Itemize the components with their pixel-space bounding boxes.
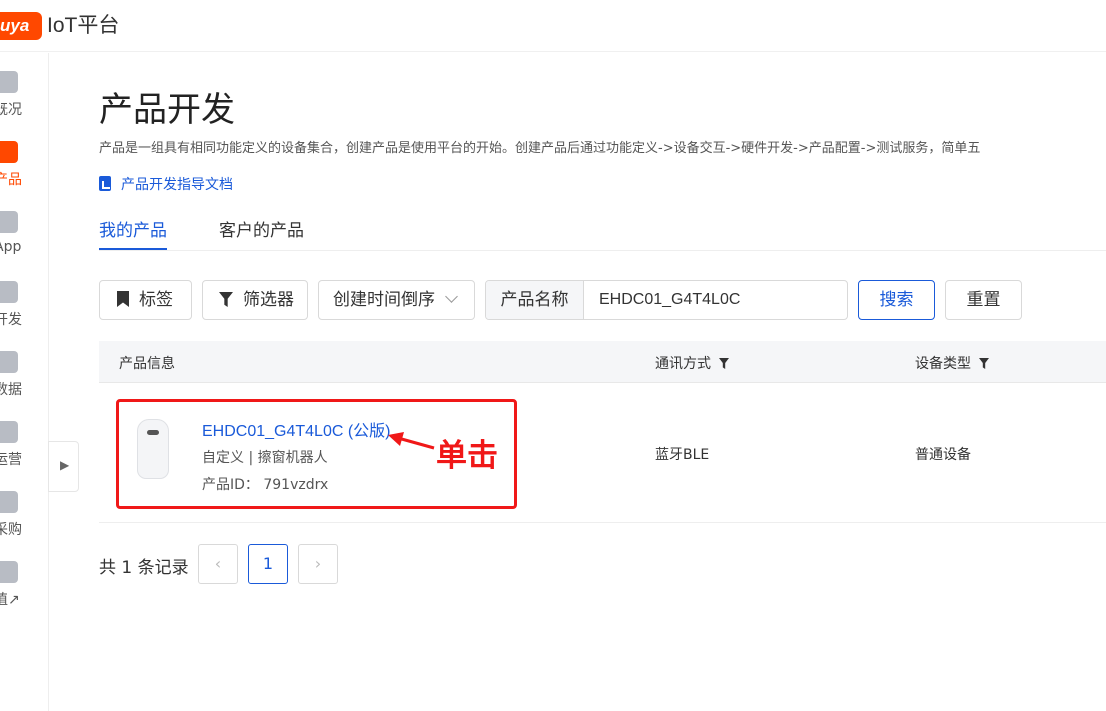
search-input[interactable] (585, 281, 847, 319)
search-field-label: 产品名称 (486, 281, 584, 319)
tag-button-label: 标签 (139, 290, 173, 310)
column-header-comm[interactable]: 通讯方式 (655, 353, 729, 373)
device-type-cell: 普通设备 (915, 447, 971, 463)
prev-page-button[interactable]: ‹ (198, 544, 238, 584)
sidebar-item-operation[interactable]: 运营 (0, 421, 49, 483)
star-icon (0, 421, 18, 443)
doc-guide-label: 产品开发指导文档 (121, 177, 233, 193)
tabs-divider (99, 250, 1106, 251)
reset-button[interactable]: 重置 (945, 280, 1022, 320)
bookmark-icon (117, 291, 129, 307)
page-1-button[interactable]: 1 (248, 544, 288, 584)
product-icon (0, 141, 18, 163)
sidebar-item-label: 产品 (0, 172, 22, 188)
search-button[interactable]: 搜索 (858, 280, 935, 320)
sidebar-item-label: 运营 (0, 452, 22, 468)
click-annotation: 单击 (436, 438, 498, 474)
sidebar-item-overview[interactable]: 既况 (0, 71, 49, 133)
sidebar-item-purchase[interactable]: 采购 (0, 491, 49, 553)
logo-text: uya (0, 16, 30, 35)
tuya-logo[interactable]: uya (0, 12, 42, 40)
cloud-icon (0, 281, 18, 303)
table-row: EHDC01_G4T4L0C (公版) 自定义 | 擦窗机器人 产品ID： 79… (99, 383, 1106, 523)
chevron-right-icon: ▶ (60, 458, 70, 472)
product-name-search: 产品名称 (485, 280, 848, 320)
product-name-link[interactable]: EHDC01_G4T4L0C (公版) (202, 417, 391, 441)
page-description: 产品是一组具有相同功能定义的设备集合，创建产品是使用平台的开始。创建产品后通过功… (99, 141, 981, 156)
sidebar-item-label: 值↗ (0, 592, 20, 608)
product-image (137, 419, 169, 479)
phone-icon (0, 211, 18, 233)
sidebar-item-label: 数据 (0, 382, 22, 398)
chart-icon (0, 351, 18, 373)
app-title: IoT平台 (47, 14, 120, 37)
arrow-icon (388, 432, 435, 450)
column-header-product-info: 产品信息 (119, 356, 175, 372)
top-bar: uya IoT平台 (0, 0, 1106, 52)
chevron-down-icon (445, 290, 458, 303)
sidebar-item-value[interactable]: 值↗ (0, 561, 49, 623)
box-icon (0, 491, 18, 513)
comm-method-cell: 蓝牙BLE (655, 447, 710, 463)
sidebar-item-product[interactable]: 产品 (0, 141, 49, 203)
tag-button[interactable]: 标签 (99, 280, 192, 320)
home-icon (0, 71, 18, 93)
filter-icon[interactable] (979, 358, 989, 369)
table-header: 产品信息 通讯方式 设备类型 (99, 341, 1106, 383)
total-records: 共 1 条记录 (99, 558, 189, 578)
sidebar-item-label: 既况 (0, 102, 22, 118)
sidebar-item-dev[interactable]: 开发 (0, 281, 49, 343)
sidebar-item-label: 开发 (0, 312, 22, 328)
column-header-label: 设备类型 (915, 356, 971, 372)
product-category: 自定义 | 擦窗机器人 (202, 450, 328, 466)
page-title: 产品开发 (99, 90, 235, 130)
sidebar-item-label: 采购 (0, 522, 22, 538)
tab-customer-products[interactable]: 客户的产品 (219, 216, 304, 250)
next-page-button[interactable]: › (298, 544, 338, 584)
filter-icon[interactable] (719, 358, 729, 369)
sidebar-item-data[interactable]: 数据 (0, 351, 49, 413)
tab-my-products[interactable]: 我的产品 (99, 216, 167, 250)
filter-button-label: 筛选器 (243, 290, 294, 310)
column-header-device-type[interactable]: 设备类型 (915, 353, 989, 373)
column-header-label: 通讯方式 (655, 356, 711, 372)
sort-select[interactable]: 创建时间倒序 (318, 280, 475, 320)
filter-button[interactable]: 筛选器 (202, 280, 308, 320)
doc-guide-link[interactable]: 产品开发指导文档 (99, 174, 233, 194)
sort-select-value: 创建时间倒序 (333, 290, 435, 310)
sidebar-item-label: App (0, 239, 22, 255)
sidebar: 既况 产品 App 开发 数据 运营 采购 值↗ (0, 53, 49, 711)
filter-icon (219, 292, 233, 307)
sidebar-item-app[interactable]: App (0, 211, 49, 273)
product-id: 产品ID： 791vzdrx (202, 477, 329, 493)
document-icon (99, 176, 111, 191)
sidebar-expand-button[interactable]: ▶ (48, 441, 79, 492)
value-icon (0, 561, 18, 583)
